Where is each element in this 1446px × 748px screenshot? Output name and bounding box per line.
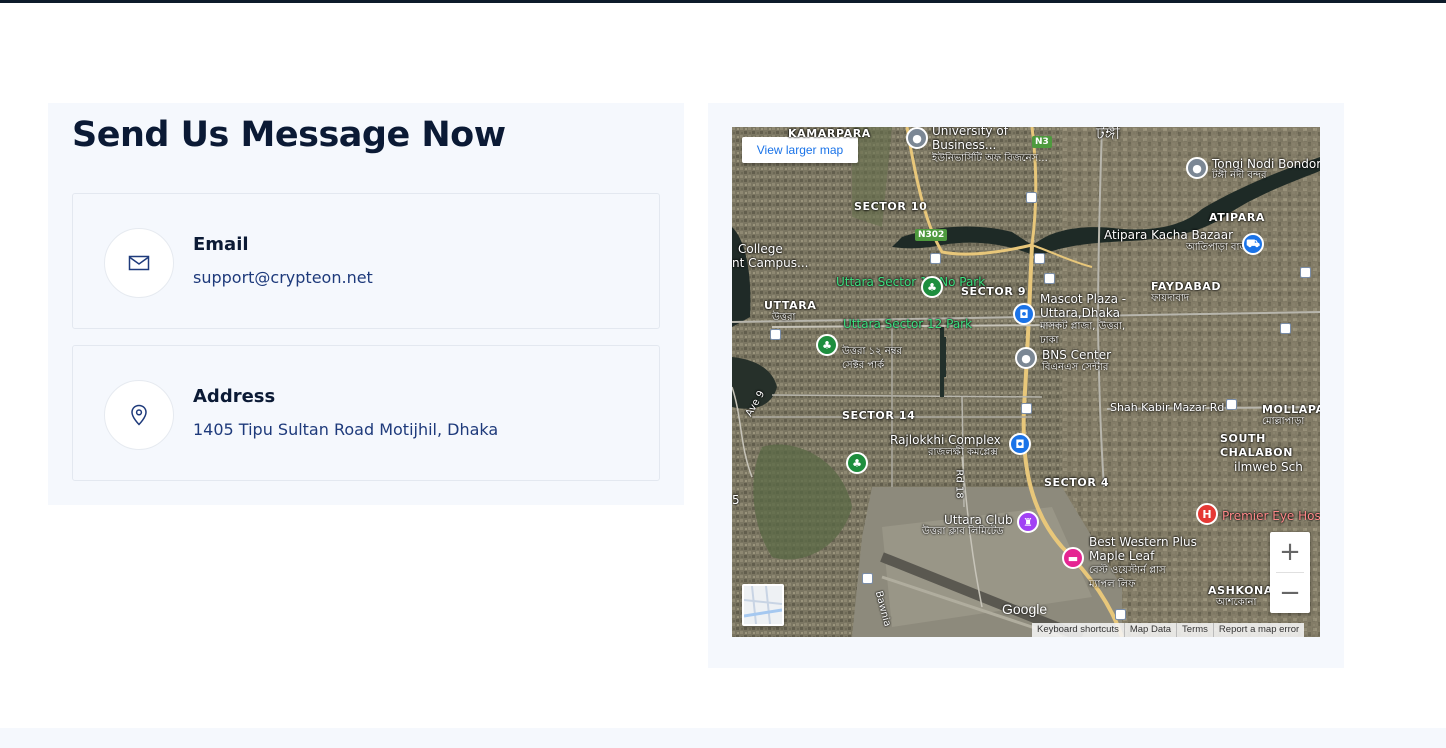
bus-stop-icon[interactable] — [1034, 253, 1045, 264]
map-label-park-12: Uttara Sector 12 Park — [843, 317, 973, 331]
map-label-atipara-bazaar: Atipara Kacha Bazaar — [1104, 228, 1234, 242]
map-label-uttara-bn: উত্তরা — [772, 312, 796, 323]
keyboard-shortcuts-link[interactable]: Keyboard shortcuts — [1032, 623, 1124, 637]
map-data-link[interactable]: Map Data — [1123, 623, 1176, 637]
map-label-park-12-bn: উত্তরা ১২ নম্বর সেক্টর পার্ক — [842, 346, 903, 371]
map-label-bns: BNS Center — [1042, 348, 1112, 362]
bus-stop-icon[interactable] — [1021, 403, 1032, 414]
highway-shield-n3: N3 — [1032, 136, 1052, 148]
shopping-cart-icon[interactable]: ⛟ — [1242, 233, 1264, 255]
map-layer-icon — [743, 585, 783, 625]
email-icon-circle — [104, 228, 174, 298]
shopping-bag-icon[interactable]: ◘ — [1013, 303, 1035, 325]
map-label-ilmweb: ilmweb Sch — [1234, 460, 1303, 474]
bus-stop-icon[interactable] — [1300, 267, 1311, 278]
map-label-south-chalabon: SOUTH CHALABON — [1220, 432, 1294, 459]
bus-stop-icon[interactable] — [1044, 273, 1055, 284]
address-label: Address — [193, 386, 276, 407]
address-value: 1405 Tipu Sultan Road Motijhil, Dhaka — [193, 420, 499, 439]
email-value[interactable]: support@crypteon.net — [193, 268, 373, 287]
map-label-sector-9: SECTOR 9 — [961, 285, 1027, 298]
map-label-college: College — [738, 242, 783, 256]
map-label-shah-kabir: Shah Kabir Mazar Rd — [1110, 401, 1225, 414]
contact-panel: Send Us Message Now Email support@crypte… — [48, 103, 684, 505]
highway-shield-n302: N302 — [915, 229, 948, 241]
email-label: Email — [193, 234, 249, 255]
zoom-in-button[interactable]: + — [1270, 532, 1310, 572]
bus-stop-icon[interactable] — [862, 573, 873, 584]
bns-center-icon[interactable]: ● — [1015, 347, 1037, 369]
email-card: Email support@crypteon.net — [72, 193, 660, 329]
map-label-university: University of Business... — [932, 127, 1008, 152]
map-attribution-bar: Keyboard shortcuts Map Data Terms Report… — [1032, 623, 1305, 637]
map-label-premier: Premier Eye Hos — [1222, 509, 1320, 523]
map-label-five: 5 — [732, 493, 740, 507]
report-map-error-link[interactable]: Report a map error — [1212, 623, 1304, 637]
map-label-rajlokkhi-bn: রাজলক্ষী কমপ্লেক্স — [928, 447, 998, 458]
terms-link[interactable]: Terms — [1176, 623, 1213, 637]
map-label-ashkona-bn: আশকোনা — [1216, 597, 1257, 608]
map-label-sector-10: SECTOR 10 — [854, 200, 928, 213]
map-label-uttara-club-bn: উত্তরা ক্লাব লিমিটেড — [922, 526, 1004, 537]
bus-stop-icon[interactable] — [1115, 609, 1126, 620]
google-logo: Google — [1002, 601, 1048, 617]
hospital-icon[interactable]: H — [1196, 503, 1218, 525]
club-icon[interactable]: ♜ — [1017, 511, 1039, 533]
map-label-rd-18: Rd 18 — [953, 469, 965, 499]
map-label-rajlokkhi: Rajlokkhi Complex — [890, 433, 1001, 447]
map-label-mascot: Mascot Plaza - Uttara,Dhaka — [1040, 292, 1127, 320]
map-label-atipara: ATIPARA — [1209, 211, 1266, 224]
map-label-sector-14: SECTOR 14 — [842, 409, 916, 422]
bus-stop-icon[interactable] — [930, 253, 941, 264]
map-label-mascot-bn: মাসকট প্লাজা, উত্তরা, ঢাকা — [1040, 321, 1126, 346]
address-card: Address 1405 Tipu Sultan Road Motijhil, … — [72, 345, 660, 481]
map-label-tongi: টঙ্গী — [1096, 127, 1120, 143]
map-label-tongi-nodi-bn: টঙ্গী নদী বন্দর — [1212, 170, 1267, 181]
map-imagery — [732, 127, 1320, 637]
park-icon[interactable]: ♣ — [846, 452, 868, 474]
zoom-out-button[interactable]: − — [1270, 573, 1310, 613]
page-title: Send Us Message Now — [72, 115, 506, 155]
park-icon[interactable]: ♣ — [921, 276, 943, 298]
map-label-university-bn: ইউনিভার্সিটি অফ বিজনেস... — [932, 153, 1048, 164]
bus-stop-icon[interactable] — [1280, 323, 1291, 334]
map-label-faydabad-bn: ফায়দাবাদ — [1151, 293, 1189, 304]
bus-stop-icon[interactable] — [1026, 192, 1037, 203]
top-border — [0, 0, 1446, 3]
map-label-best-western-bn: বেস্ট ওয়েস্টার্ন প্লাস ম্যাপল লিফ — [1089, 565, 1166, 590]
map-label-campus: nt Campus... — [732, 256, 809, 270]
shopping-bag-icon[interactable]: ◘ — [1009, 433, 1031, 455]
map-label-bns-bn: বিএনএস সেন্টার — [1042, 362, 1109, 373]
address-icon-circle — [104, 380, 174, 450]
zoom-controls: + − — [1270, 532, 1310, 613]
park-icon[interactable]: ♣ — [816, 334, 838, 356]
bus-stop-icon[interactable] — [770, 329, 781, 340]
map-label-sector-4: SECTOR 4 — [1044, 476, 1110, 489]
map-label-best-western: Best Western Plus Maple Leaf — [1089, 535, 1197, 563]
map-label-mollapara-bn: মোল্লাপাড়া — [1262, 416, 1305, 427]
map-panel: View larger map KAMARPARA ● University o… — [708, 103, 1344, 668]
tongi-nodi-icon[interactable]: ● — [1186, 157, 1208, 179]
location-pin-icon — [131, 404, 147, 426]
google-map[interactable]: View larger map KAMARPARA ● University o… — [732, 127, 1320, 637]
university-icon[interactable]: ● — [906, 127, 928, 149]
map-type-toggle[interactable] — [742, 584, 784, 626]
footer-strip — [0, 728, 1446, 748]
hotel-icon[interactable]: ▬ — [1062, 547, 1084, 569]
bus-stop-icon[interactable] — [1226, 399, 1237, 410]
mail-icon — [128, 255, 150, 271]
map-label-kamarpara: KAMARPARA — [788, 127, 871, 140]
